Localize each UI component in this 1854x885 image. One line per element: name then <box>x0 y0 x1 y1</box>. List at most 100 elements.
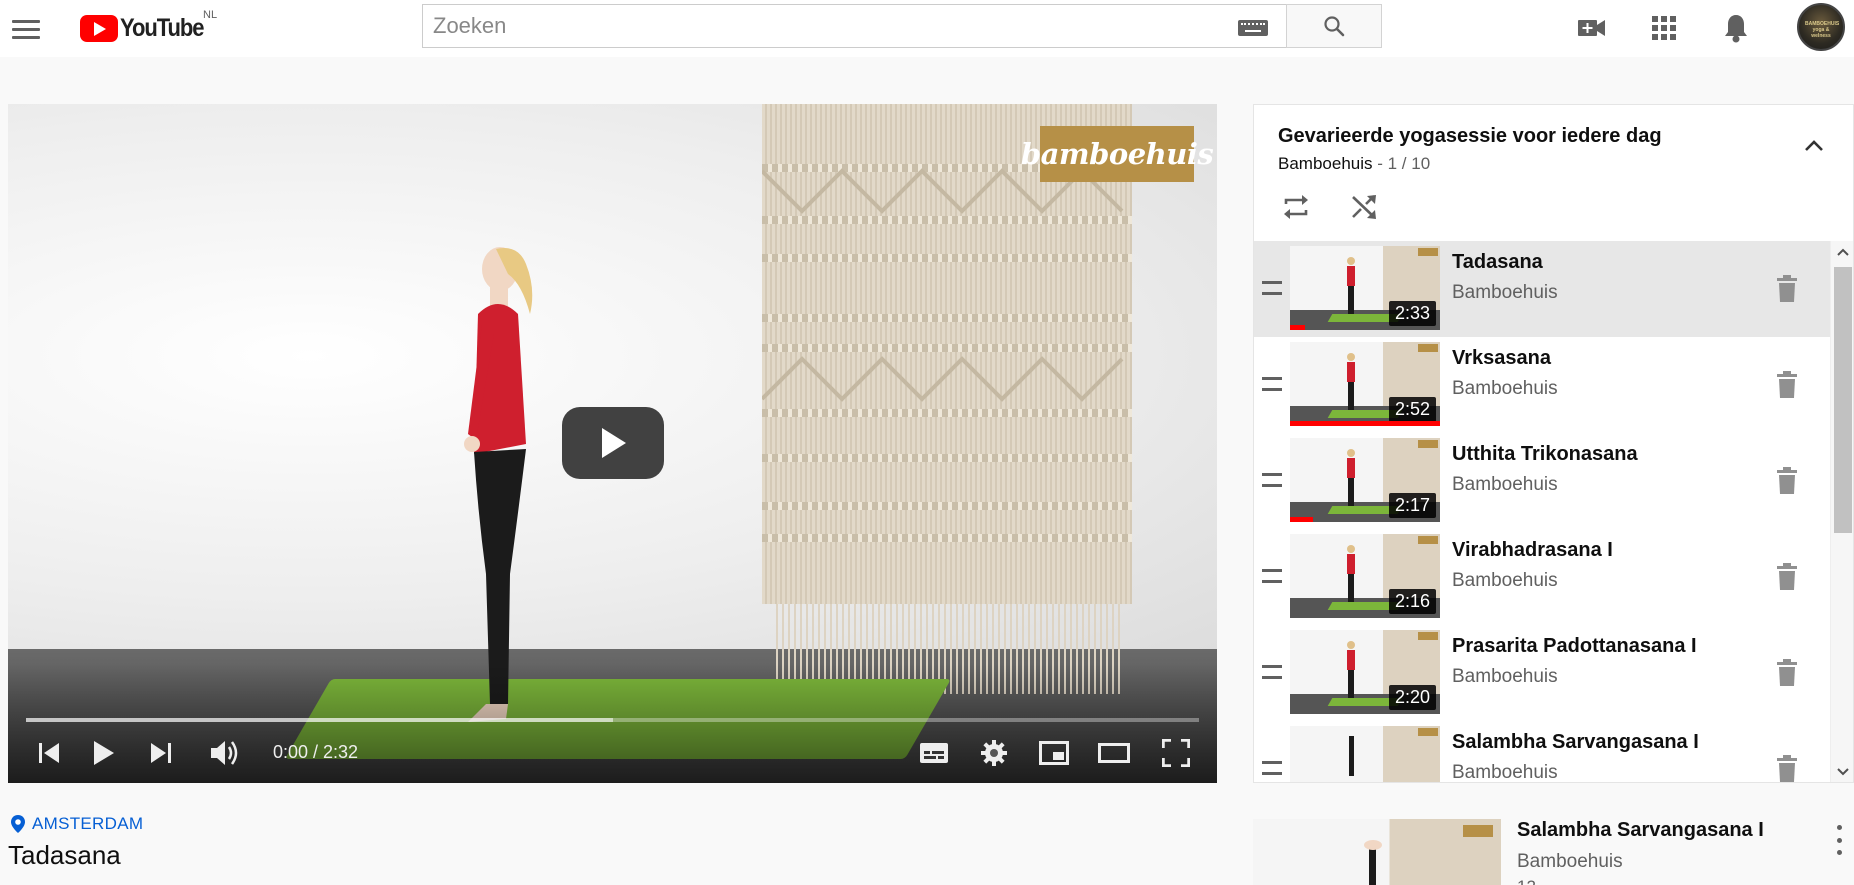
video-thumbnail[interactable]: 2:16 <box>1290 534 1440 618</box>
menu-icon[interactable] <box>10 13 42 45</box>
duration-badge: 2:52 <box>1388 397 1436 422</box>
drag-handle-icon[interactable] <box>1262 281 1282 295</box>
avatar-label: BAMBOEHUIS yoga & welness <box>1805 21 1840 39</box>
skip-previous-icon <box>39 743 59 763</box>
create-video-button[interactable] <box>1576 12 1608 44</box>
location-text: AMSTERDAM <box>32 814 144 833</box>
apps-button[interactable] <box>1648 12 1680 44</box>
playlist-title[interactable]: Gevarieerde yogasessie voor iedere dag <box>1278 125 1662 148</box>
trash-icon[interactable] <box>1776 275 1798 303</box>
trash-icon[interactable] <box>1776 467 1798 495</box>
search-icon <box>1324 16 1345 37</box>
watched-progress <box>1290 325 1305 330</box>
item-channel: Bamboehuis <box>1452 474 1558 495</box>
subtitles-icon <box>920 743 948 763</box>
watched-progress <box>1290 421 1440 426</box>
video-title: Tadasana <box>8 840 121 870</box>
trash-icon[interactable] <box>1776 371 1798 399</box>
subtitles-button[interactable] <box>912 730 956 776</box>
video-thumbnail[interactable]: 2:33 <box>1290 246 1440 330</box>
scroll-up-button[interactable] <box>1831 243 1853 261</box>
playlist-item[interactable]: Salambha Sarvangasana I Bamboehuis <box>1254 721 1830 783</box>
drag-handle-icon[interactable] <box>1262 569 1282 583</box>
fullscreen-button[interactable] <box>1154 730 1198 776</box>
search-button[interactable] <box>1286 4 1382 48</box>
play-button[interactable] <box>84 730 124 776</box>
loop-icon <box>1284 195 1308 219</box>
search-box <box>422 4 1286 48</box>
item-title: Vrksasana <box>1452 347 1551 369</box>
miniplayer-icon <box>1039 741 1069 765</box>
time-display: 0:00 / 2:32 <box>273 742 359 762</box>
shuffle-button[interactable] <box>1344 187 1384 227</box>
create-video-icon <box>1578 20 1605 36</box>
video-thumbnail[interactable]: 2:20 <box>1290 630 1440 714</box>
item-title: Utthita Trikonasana <box>1452 443 1638 465</box>
playlist-item[interactable]: 2:17 Utthita Trikonasana Bamboehuis <box>1254 433 1830 529</box>
playlist-panel: Gevarieerde yogasessie voor iedere dag B… <box>1253 104 1854 783</box>
scrollbar-thumb[interactable] <box>1834 267 1852 533</box>
next-button[interactable] <box>142 730 180 776</box>
item-channel: Bamboehuis <box>1452 282 1558 303</box>
up-next-item[interactable]: Salambha Sarvangasana I Bamboehuis 12 <box>1253 819 1854 885</box>
location-link[interactable]: AMSTERDAM <box>10 814 143 834</box>
miniplayer-button[interactable] <box>1032 730 1076 776</box>
item-title: Tadasana <box>1452 251 1543 273</box>
item-title: Salambha Sarvangasana I <box>1452 731 1699 753</box>
shuffle-icon <box>1352 195 1376 219</box>
search-input[interactable] <box>423 13 1286 39</box>
up-next-channel: Bamboehuis <box>1517 851 1623 872</box>
video-player[interactable]: bamboehuis 0:00 / 2:32 <box>8 104 1217 783</box>
progress-loaded <box>26 718 613 722</box>
region-code: NL <box>203 9 218 21</box>
settings-button[interactable] <box>972 730 1016 776</box>
loop-button[interactable] <box>1276 187 1316 227</box>
keyboard-icon[interactable] <box>1238 20 1268 36</box>
item-channel: Bamboehuis <box>1452 762 1558 783</box>
theater-mode-button[interactable] <box>1092 730 1136 776</box>
playlist-item[interactable]: 2:33 Tadasana Bamboehuis <box>1254 241 1830 337</box>
playlist-channel[interactable]: Bamboehuis <box>1278 154 1373 173</box>
duration-badge: 2:16 <box>1388 589 1436 614</box>
duration-badge: 2:20 <box>1388 685 1436 710</box>
video-thumbnail[interactable]: 2:52 <box>1290 342 1440 426</box>
more-options-icon[interactable] <box>1831 825 1847 855</box>
logo-text: YouTube <box>120 14 205 42</box>
drag-handle-icon[interactable] <box>1262 665 1282 679</box>
trash-icon[interactable] <box>1776 755 1798 783</box>
masthead: YouTube NL BAMBOEHUIS yoga & welness <box>0 0 1854 57</box>
search-bar <box>422 4 1382 48</box>
channel-watermark: bamboehuis <box>1021 126 1214 182</box>
volume-button[interactable] <box>204 730 246 776</box>
video-thumbnail[interactable] <box>1290 726 1440 782</box>
chevron-up-icon <box>1837 248 1849 256</box>
skip-next-icon <box>151 743 171 763</box>
avatar[interactable]: BAMBOEHUIS yoga & welness <box>1797 3 1845 51</box>
scroll-down-button[interactable] <box>1831 763 1853 781</box>
item-title: Prasarita Padottanasana I <box>1452 635 1697 657</box>
youtube-logo[interactable]: YouTube <box>80 14 215 43</box>
large-play-button[interactable] <box>562 407 664 479</box>
collapse-button[interactable] <box>1794 125 1834 165</box>
playlist-item[interactable]: 2:52 Vrksasana Bamboehuis <box>1254 337 1830 433</box>
playlist-item[interactable]: 2:16 Virabhadrasana I Bamboehuis <box>1254 529 1830 625</box>
drag-handle-icon[interactable] <box>1262 377 1282 391</box>
fullscreen-icon <box>1162 739 1190 767</box>
up-next-thumbnail[interactable] <box>1253 819 1501 885</box>
notifications-button[interactable] <box>1720 12 1752 44</box>
chevron-down-icon <box>1837 768 1849 776</box>
playlist-item[interactable]: 2:20 Prasarita Padottanasana I Bamboehui… <box>1254 625 1830 721</box>
previous-button[interactable] <box>30 730 68 776</box>
item-channel: Bamboehuis <box>1452 666 1558 687</box>
trash-icon[interactable] <box>1776 659 1798 687</box>
drag-handle-icon[interactable] <box>1262 473 1282 487</box>
drag-handle-icon[interactable] <box>1262 761 1282 775</box>
chevron-up-icon <box>1805 140 1823 151</box>
duration-badge: 2:33 <box>1388 301 1436 326</box>
trash-icon[interactable] <box>1776 563 1798 591</box>
playlist-subtitle: Bamboehuis - 1 / 10 <box>1278 154 1430 174</box>
video-thumbnail[interactable]: 2:17 <box>1290 438 1440 522</box>
progress-bar[interactable] <box>26 718 1199 722</box>
playlist-scrollbar[interactable] <box>1830 241 1853 782</box>
up-next-views: 12 <box>1517 877 1536 885</box>
